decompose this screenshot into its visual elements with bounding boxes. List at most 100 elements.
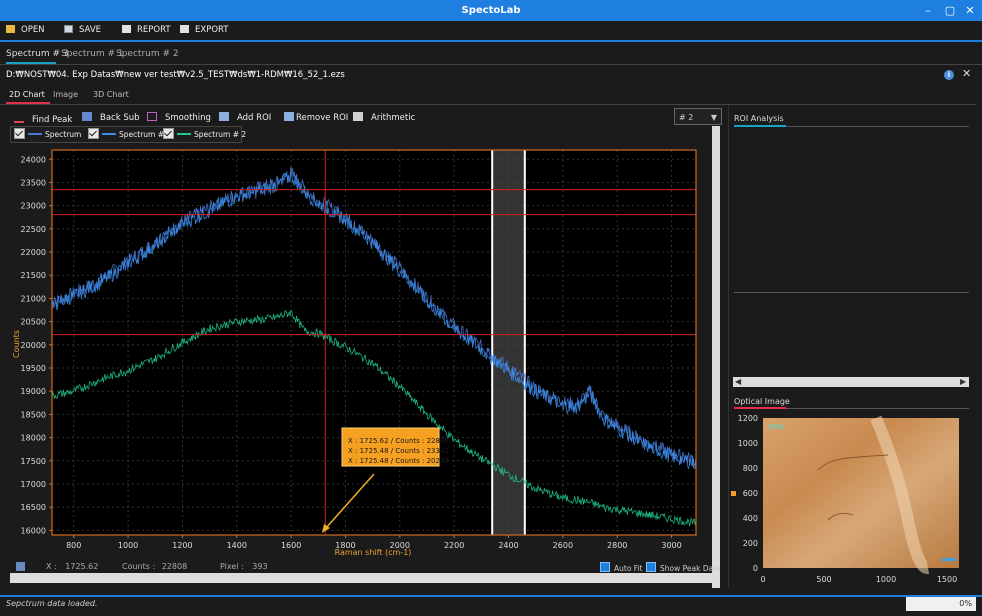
x-tick-label: 1400 bbox=[227, 541, 247, 550]
legend-item-spectrum-2[interactable]: Spectrum # 2 bbox=[163, 128, 246, 139]
tab-3d-chart[interactable]: 3D Chart bbox=[93, 90, 129, 99]
optical-y-tick-label: 1000 bbox=[738, 439, 758, 448]
roi-analysis-title: ROI Analysis bbox=[734, 114, 784, 123]
tab-image[interactable]: Image bbox=[53, 90, 78, 99]
info-icon[interactable]: i bbox=[944, 70, 954, 80]
legend-swatch bbox=[102, 133, 116, 135]
y-tick-label: 18500 bbox=[21, 410, 46, 419]
export-button[interactable]: EXPORT bbox=[180, 23, 229, 38]
y-tick-label: 21000 bbox=[21, 294, 46, 303]
spectrum-tab-3[interactable]: Spectrum # 3 bbox=[6, 49, 69, 59]
x-tick-label: 2800 bbox=[607, 541, 627, 550]
tooltip-line-3: X : 1725.48 / Counts : 20220 bbox=[348, 457, 449, 465]
scroll-right-icon[interactable]: ▶ bbox=[960, 377, 966, 386]
remove-roi-button[interactable]: Remove ROI bbox=[284, 112, 348, 123]
arithmetic-button[interactable]: Arithmetic bbox=[353, 112, 415, 123]
remove-roi-icon bbox=[284, 112, 294, 121]
y-tick-label: 22500 bbox=[21, 225, 46, 234]
optical-image-panel: 100x 1200 1000 800 600 400 200 00 500 1000 1500 bbox=[731, 414, 959, 584]
checkbox-icon[interactable] bbox=[163, 128, 174, 139]
report-icon bbox=[122, 25, 131, 33]
auto-fit-checkbox[interactable]: Auto Fit bbox=[600, 562, 643, 573]
checkbox-icon[interactable] bbox=[14, 128, 25, 139]
roi-scrollbar[interactable] bbox=[733, 377, 969, 387]
y-tick-label: 20000 bbox=[21, 341, 46, 350]
optical-y-marker bbox=[731, 491, 736, 496]
y-tick-label: 20500 bbox=[21, 318, 46, 327]
optical-image[interactable] bbox=[763, 418, 959, 568]
status-bar bbox=[0, 595, 982, 616]
x-tick-label: 800 bbox=[66, 541, 81, 550]
optical-y-tick-label: 1200 bbox=[738, 414, 758, 423]
optical-tab-indicator bbox=[734, 407, 786, 409]
y-tick-label: 16000 bbox=[21, 526, 46, 535]
checkbox-icon[interactable] bbox=[646, 562, 656, 572]
back-sub-button[interactable]: Back Sub bbox=[82, 112, 140, 123]
tooltip-line-1: X : 1725.62 / Counts : 22808 bbox=[348, 437, 449, 445]
optical-x-tick-label: 500 bbox=[816, 575, 831, 584]
cursor-counts: Counts : 22808 bbox=[122, 562, 188, 571]
optical-y-tick-label: 200 bbox=[743, 539, 758, 548]
tooltip-line-2: X : 1725.48 / Counts : 23345 bbox=[348, 447, 449, 455]
maximize-button[interactable]: ▢ bbox=[940, 0, 960, 21]
add-roi-icon bbox=[219, 112, 229, 121]
x-tick-label: 1200 bbox=[172, 541, 192, 550]
status-message: Sepctrum data loaded. bbox=[6, 599, 98, 608]
spectrum-tab-2[interactable]: Spectrum # 2 bbox=[116, 49, 179, 59]
find-peak-button[interactable]: Find Peak bbox=[14, 112, 72, 125]
save-icon bbox=[64, 25, 73, 33]
show-peak-data-checkbox[interactable]: Show Peak Data bbox=[646, 562, 721, 573]
horizontal-scrollbar[interactable] bbox=[10, 573, 720, 583]
tab-2d-chart[interactable]: 2D Chart bbox=[9, 90, 45, 99]
y-tick-label: 21500 bbox=[21, 271, 46, 280]
spectrum-chart[interactable]: 16000 16500 17000 17500 18000 18500 19000 19500… bbox=[0, 145, 728, 563]
x-tick-label: 1600 bbox=[281, 541, 301, 550]
minimize-button[interactable]: – bbox=[918, 0, 938, 21]
y-tick-label: 16500 bbox=[21, 503, 46, 512]
legend-swatch bbox=[28, 133, 42, 135]
checkbox-icon[interactable] bbox=[600, 562, 610, 572]
open-button[interactable]: OPEN bbox=[6, 23, 45, 38]
smoothing-button[interactable]: Smoothing bbox=[147, 112, 211, 123]
back-sub-icon bbox=[82, 112, 92, 121]
zoom-label: 100x bbox=[767, 423, 785, 431]
y-axis-label: Counts bbox=[12, 330, 21, 358]
cursor-pixel: Pixel : 393 bbox=[220, 562, 268, 571]
x-tick-label: 3000 bbox=[661, 541, 681, 550]
x-tick-label: 1000 bbox=[118, 541, 138, 550]
calculator-icon bbox=[353, 112, 363, 121]
spectrum-select[interactable]: # 2 ▼ bbox=[674, 108, 722, 125]
optical-x-tick-label: 1000 bbox=[876, 575, 896, 584]
legend-item-spectrum-1[interactable]: Spectrum # 1 bbox=[88, 128, 171, 139]
legend-item-spectrum[interactable]: Spectrum bbox=[14, 128, 81, 139]
cursor-x: X : 1725.62 bbox=[46, 562, 99, 571]
y-tick-label: 19500 bbox=[21, 364, 46, 373]
folder-icon bbox=[6, 25, 15, 33]
optical-y-tick-label: 0 bbox=[753, 564, 758, 573]
close-window-button[interactable]: ✕ bbox=[960, 0, 980, 21]
add-roi-button[interactable]: Add ROI bbox=[219, 112, 271, 123]
y-tick-label: 23500 bbox=[21, 178, 46, 187]
x-axis-label: Raman shift (cm-1) bbox=[335, 548, 412, 557]
roi-band[interactable] bbox=[492, 150, 525, 535]
report-button[interactable]: REPORT bbox=[122, 23, 171, 38]
y-tick-label: 22000 bbox=[21, 248, 46, 257]
x-tick-label: 2600 bbox=[553, 541, 573, 550]
y-tick-label: 24000 bbox=[21, 155, 46, 164]
optical-y-tick-label: 400 bbox=[743, 514, 758, 523]
app-title: SpectoLab bbox=[461, 5, 521, 16]
save-button[interactable]: SAVE bbox=[64, 23, 101, 38]
optical-x-tick-label: 1500 bbox=[937, 575, 957, 584]
x-tick-label: 2400 bbox=[498, 541, 518, 550]
close-file-icon[interactable]: ✕ bbox=[962, 67, 971, 80]
checkbox-icon[interactable] bbox=[88, 128, 99, 139]
optical-image-title: Optical Image bbox=[734, 397, 790, 406]
y-tick-label: 17500 bbox=[21, 457, 46, 466]
spectrum-tab-1[interactable]: Spectrum # 1 bbox=[61, 49, 124, 59]
smoothing-icon bbox=[147, 112, 157, 121]
legend-swatch bbox=[177, 133, 191, 135]
scroll-left-icon[interactable]: ◀ bbox=[735, 377, 741, 386]
peak-icon bbox=[14, 112, 24, 123]
optical-y-tick-label: 600 bbox=[743, 489, 758, 498]
chart-scrollbar[interactable] bbox=[712, 126, 720, 588]
